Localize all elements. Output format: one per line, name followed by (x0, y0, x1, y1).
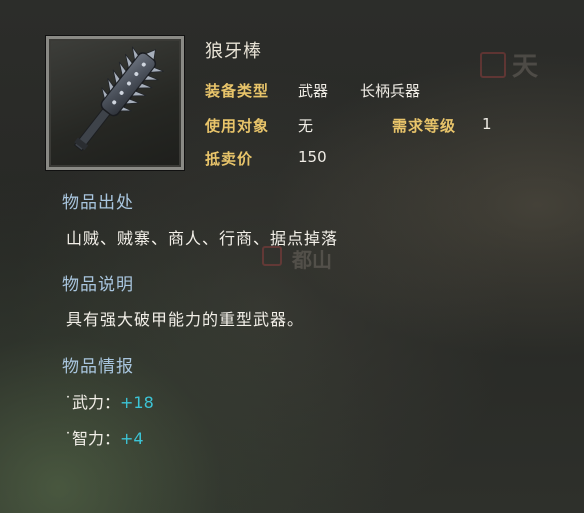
level-row: 需求等级 (392, 115, 456, 136)
stat-row: ˙智力：+4 (64, 425, 144, 449)
equip-type-row: 装备类型 (205, 80, 269, 101)
stat-key: ˙武力： (64, 393, 121, 412)
description-text: 具有强大破甲能力的重型武器。 (66, 310, 305, 329)
equip-type-value: 武器 (298, 82, 329, 100)
spiked-club-icon (73, 46, 164, 152)
seal-mark (480, 52, 506, 78)
user-value: 无 (298, 117, 314, 135)
description-title: 物品说明 (62, 275, 134, 295)
seal-mark (262, 246, 282, 266)
item-name: 狼牙棒 (205, 41, 262, 62)
background-map-label: 天 (512, 52, 539, 82)
price-value: 150 (298, 148, 327, 166)
equip-subtype-value: 长柄兵器 (360, 82, 421, 100)
user-label: 使用对象 (205, 117, 270, 135)
stat-value: +4 (120, 429, 144, 448)
item-icon-frame (46, 36, 184, 170)
level-label: 需求等级 (392, 117, 457, 135)
level-value: 1 (482, 115, 492, 133)
price-row: 抵卖价 (205, 148, 253, 169)
info-title: 物品情报 (62, 357, 134, 377)
user-row: 使用对象 (205, 115, 269, 136)
stat-value: +18 (120, 393, 154, 412)
price-label: 抵卖价 (205, 150, 254, 168)
source-text: 山贼、贼寨、商人、行商、据点掉落 (66, 229, 339, 248)
source-title: 物品出处 (62, 193, 134, 213)
equip-type-label: 装备类型 (205, 82, 270, 100)
stat-row: ˙武力：+18 (64, 389, 154, 413)
stat-key: ˙智力： (64, 429, 121, 448)
